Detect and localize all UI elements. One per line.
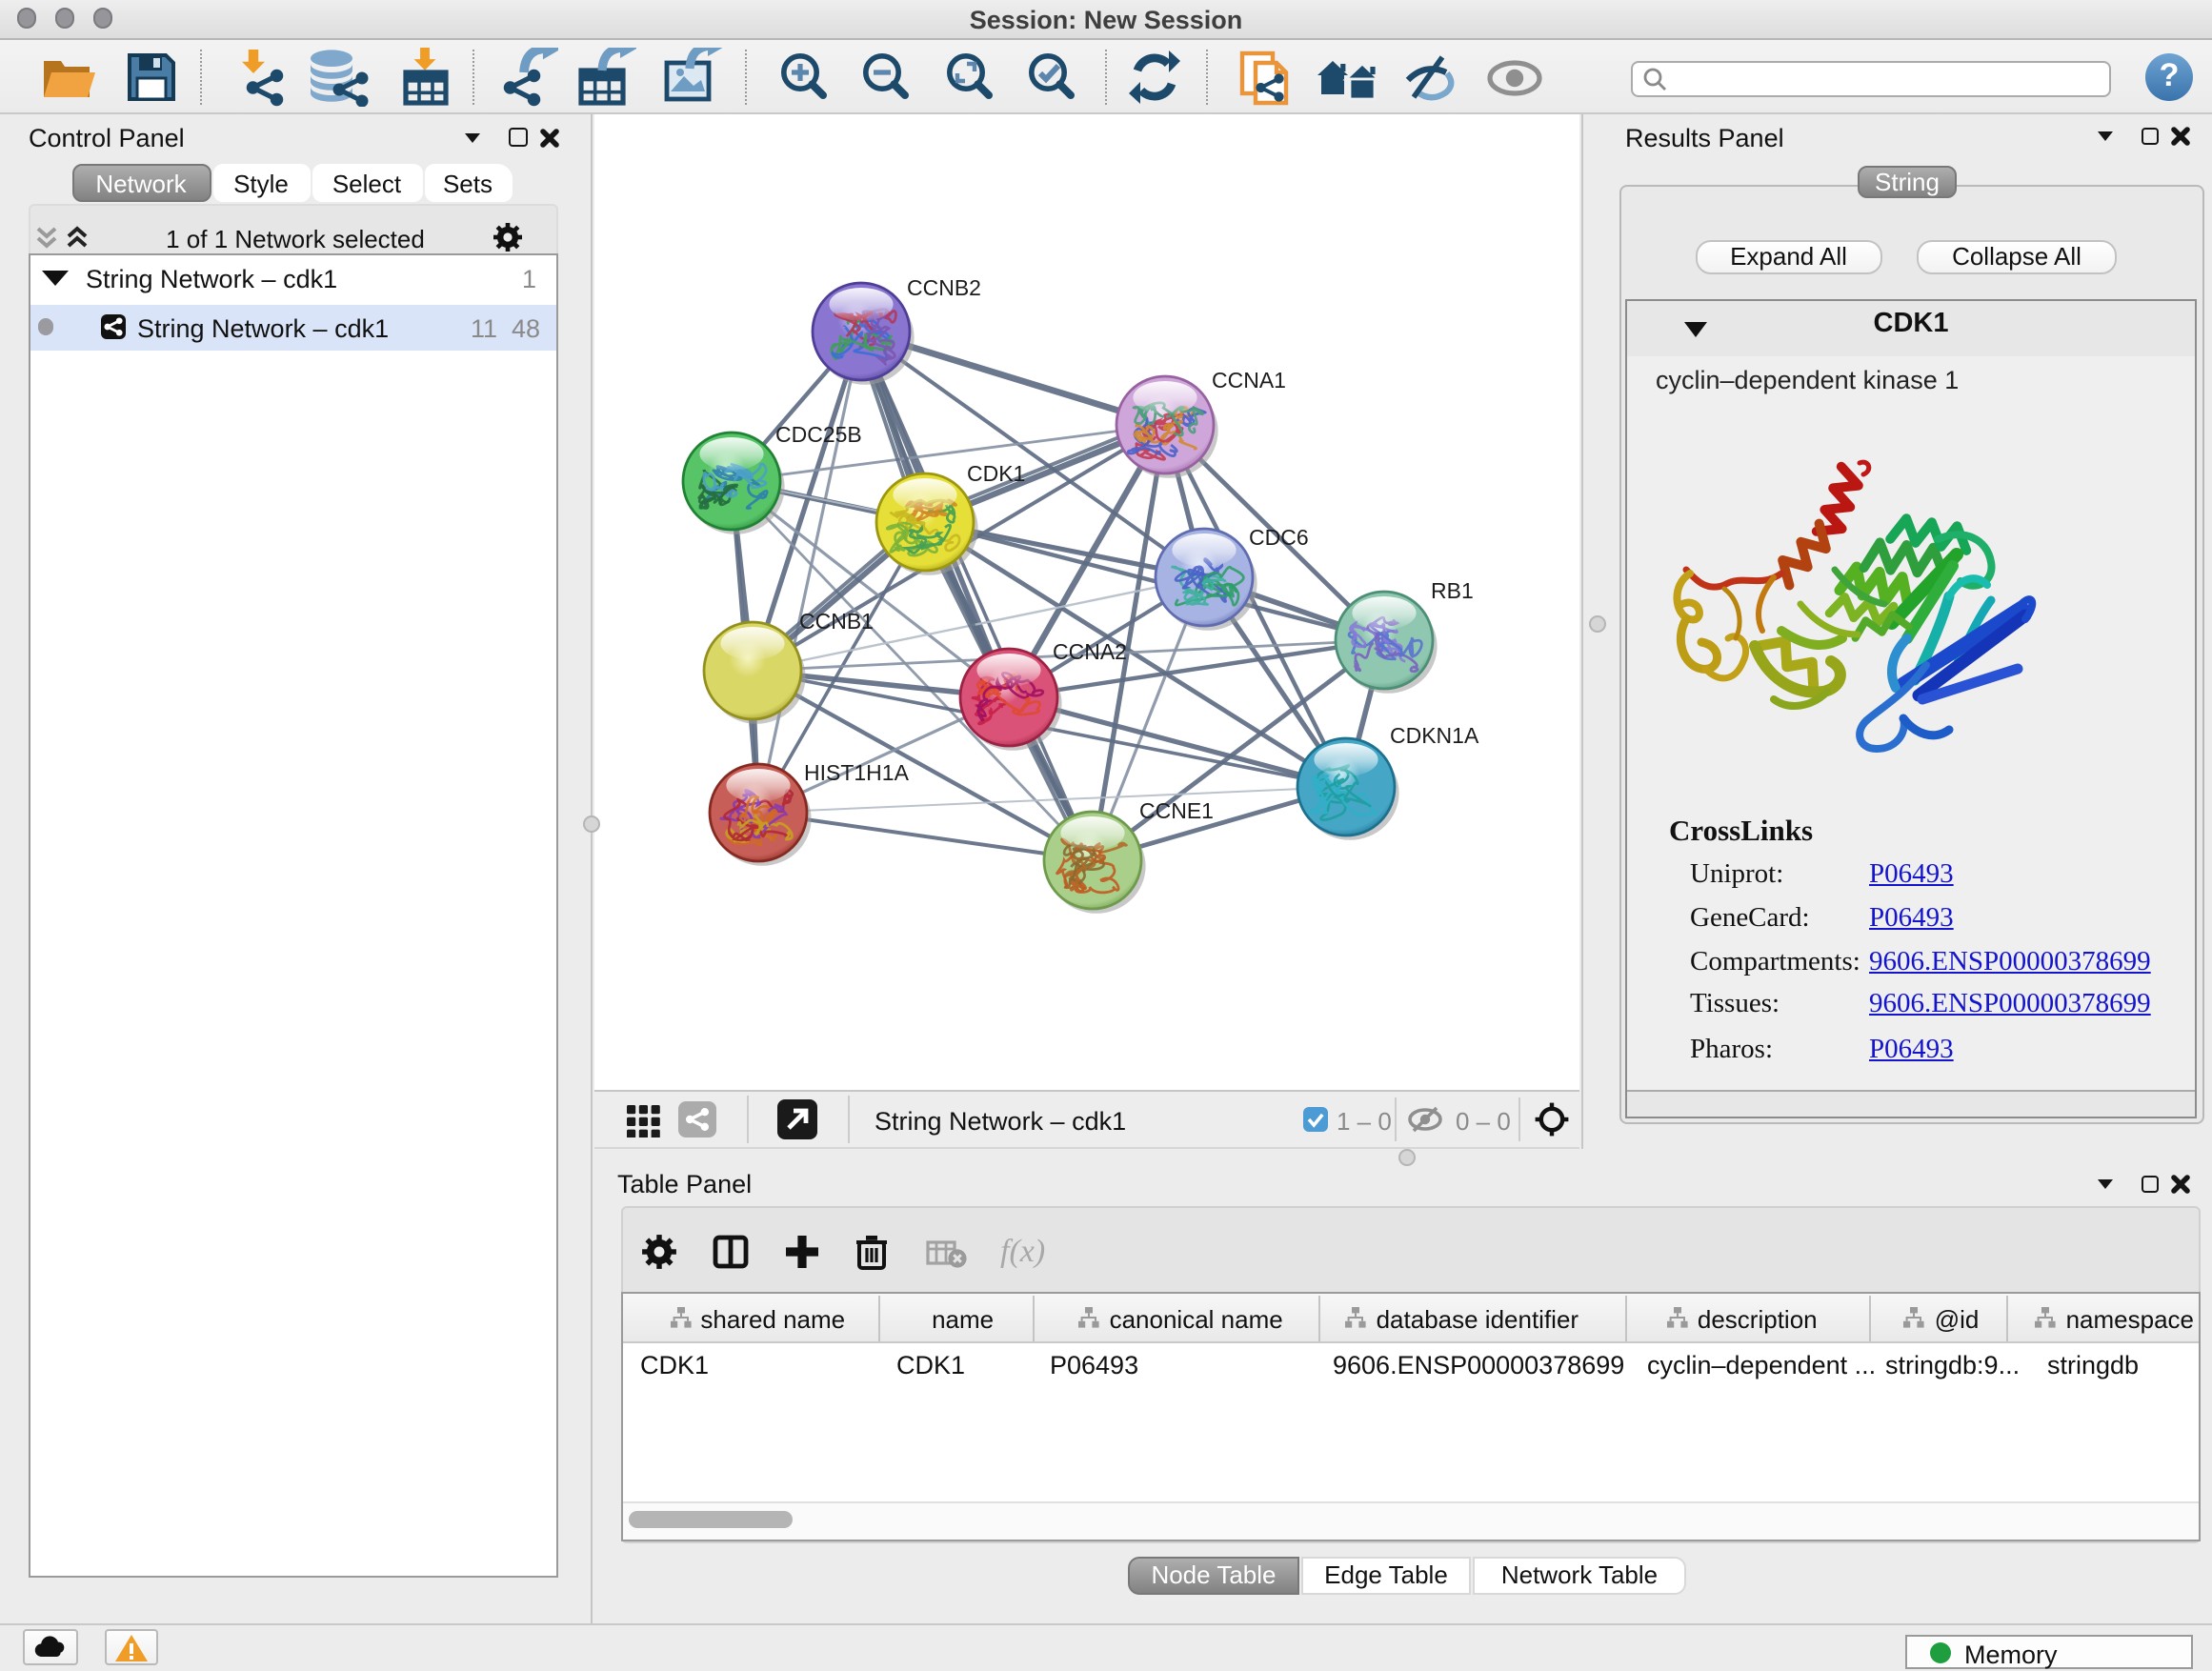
svg-text:CDC25B: CDC25B	[775, 422, 862, 447]
svg-text:CCNA1: CCNA1	[1212, 368, 1286, 393]
svg-text:CDC6: CDC6	[1249, 525, 1309, 550]
svg-text:CDKN1A: CDKN1A	[1390, 723, 1479, 748]
svg-text:HIST1H1A: HIST1H1A	[804, 760, 910, 785]
svg-text:CDK1: CDK1	[967, 461, 1025, 486]
svg-text:CCNA2: CCNA2	[1053, 639, 1127, 664]
svg-text:CCNB2: CCNB2	[907, 275, 981, 300]
svg-text:CCNB1: CCNB1	[799, 609, 874, 634]
svg-text:CCNE1: CCNE1	[1139, 798, 1214, 823]
svg-text:RB1: RB1	[1431, 578, 1474, 603]
